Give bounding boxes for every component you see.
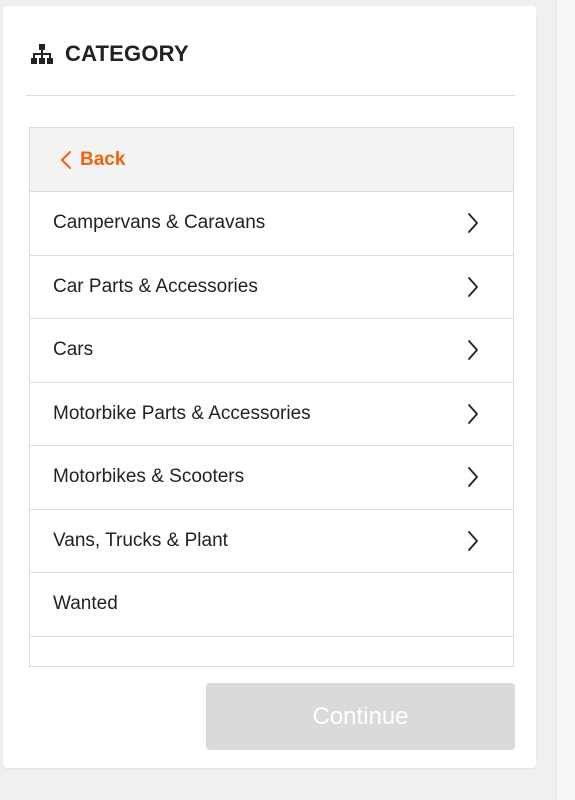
list-item-cars[interactable]: Cars xyxy=(30,319,513,383)
list-item-wanted[interactable]: Wanted xyxy=(30,573,513,637)
chevron-left-icon xyxy=(60,150,74,170)
list-item-label: Car Parts & Accessories xyxy=(53,275,258,297)
chevron-right-icon xyxy=(467,530,479,552)
list-item-motorbikes-scooters[interactable]: Motorbikes & Scooters xyxy=(30,446,513,510)
list-item-car-parts-accessories[interactable]: Car Parts & Accessories xyxy=(30,256,513,319)
header-divider xyxy=(26,95,515,96)
list-item-label: Campervans & Caravans xyxy=(53,212,266,234)
category-card: CATEGORY Back Campervans & Caravans Car … xyxy=(3,6,536,768)
chevron-right-icon xyxy=(467,466,479,488)
list-item-label: Wanted xyxy=(53,593,118,615)
list-item-campervans-caravans[interactable]: Campervans & Caravans xyxy=(30,192,513,256)
chevron-right-icon xyxy=(467,212,479,234)
chevron-right-icon xyxy=(467,403,479,425)
page-scrollbar[interactable] xyxy=(556,0,575,800)
list-item-vans-trucks-plant[interactable]: Vans, Trucks & Plant xyxy=(30,510,513,573)
list-item-label: Motorbikes & Scooters xyxy=(53,466,245,488)
list-item-motorbike-parts-accessories[interactable]: Motorbike Parts & Accessories xyxy=(30,383,513,446)
chevron-right-icon xyxy=(467,276,479,298)
list-item-label: Cars xyxy=(53,339,94,361)
continue-button[interactable]: Continue xyxy=(206,683,515,750)
list-item-partial[interactable] xyxy=(30,637,513,667)
chevron-right-icon xyxy=(467,339,479,361)
category-list[interactable]: Back Campervans & Caravans Car Parts & A… xyxy=(29,127,514,667)
back-label: Back xyxy=(80,148,126,170)
category-title: CATEGORY xyxy=(65,41,189,66)
list-item-label: Vans, Trucks & Plant xyxy=(53,529,228,551)
list-item-label: Motorbike Parts & Accessories xyxy=(53,402,311,424)
category-header: CATEGORY xyxy=(29,36,189,72)
sitemap-icon xyxy=(29,41,55,67)
back-button[interactable]: Back xyxy=(30,128,513,192)
